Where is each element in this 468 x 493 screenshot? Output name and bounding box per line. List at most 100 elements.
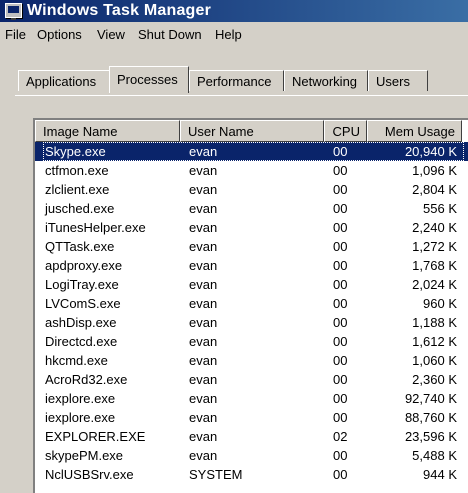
process-name: AcroRd32.exe: [45, 372, 128, 387]
menu-options[interactable]: Options: [37, 27, 82, 42]
window-title: Windows Task Manager: [27, 2, 212, 19]
process-mem: 23,596 K: [404, 429, 457, 444]
table-row[interactable]: iexplore.exe evan 00 88,760 K: [35, 408, 468, 427]
task-manager-icon: [5, 3, 22, 20]
process-cpu: 00: [333, 448, 348, 463]
process-user: evan: [189, 144, 218, 159]
process-name: LVComS.exe: [45, 296, 121, 311]
process-name: ctfmon.exe: [45, 163, 109, 178]
process-user: evan: [189, 220, 218, 235]
process-name: jusched.exe: [45, 201, 115, 216]
process-name: ashDisp.exe: [45, 315, 117, 330]
process-name: iTunesHelper.exe: [45, 220, 146, 235]
table-row[interactable]: ashDisp.exe evan 00 1,188 K: [35, 313, 468, 332]
process-user: evan: [189, 410, 218, 425]
table-row[interactable]: apdproxy.exe evan 00 1,768 K: [35, 256, 468, 275]
process-mem: 1,188 K: [412, 315, 457, 330]
column-image-name[interactable]: Image Name: [35, 120, 180, 142]
process-mem: 1,768 K: [412, 258, 457, 273]
tab-panel-border: [15, 95, 468, 96]
process-user: evan: [189, 277, 218, 292]
process-mem: 5,488 K: [412, 448, 457, 463]
table-row[interactable]: hkcmd.exe evan 00 1,060 K: [35, 351, 468, 370]
process-cpu: 00: [333, 163, 348, 178]
process-user: evan: [189, 163, 218, 178]
process-name: skypePM.exe: [45, 448, 124, 463]
table-row[interactable]: jusched.exe evan 00 556 K: [35, 199, 468, 218]
menu-shut-down[interactable]: Shut Down: [138, 27, 202, 42]
process-mem: 1,272 K: [412, 239, 457, 254]
table-row[interactable]: ctfmon.exe evan 00 1,096 K: [35, 161, 468, 180]
process-mem: 2,240 K: [412, 220, 457, 235]
table-row[interactable]: EXPLORER.EXE evan 02 23,596 K: [35, 427, 468, 446]
process-user: evan: [189, 391, 218, 406]
process-mem: 20,940 K: [404, 144, 457, 159]
tab-processes[interactable]: Processes: [109, 66, 189, 93]
process-mem: 92,740 K: [404, 391, 457, 406]
table-row[interactable]: Skype.exe evan 00 20,940 K: [35, 142, 468, 161]
process-cpu: 00: [333, 467, 348, 482]
process-mem: 960 K: [423, 296, 457, 311]
table-row[interactable]: AcroRd32.exe evan 00 2,360 K: [35, 370, 468, 389]
menu-file[interactable]: File: [5, 27, 26, 42]
table-row[interactable]: LVComS.exe evan 00 960 K: [35, 294, 468, 313]
process-name: Directcd.exe: [45, 334, 118, 349]
menu-view[interactable]: View: [97, 27, 125, 42]
process-user: evan: [189, 372, 218, 387]
process-mem: 88,760 K: [404, 410, 457, 425]
table-row[interactable]: iTunesHelper.exe evan 00 2,240 K: [35, 218, 468, 237]
process-name: zlclient.exe: [45, 182, 110, 197]
process-name: Skype.exe: [45, 144, 106, 159]
process-cpu: 00: [333, 182, 348, 197]
process-user: evan: [189, 334, 218, 349]
table-row[interactable]: Directcd.exe evan 00 1,612 K: [35, 332, 468, 351]
tab-applications[interactable]: Applications: [18, 70, 111, 91]
process-cpu: 00: [333, 220, 348, 235]
table-row[interactable]: NclUSBSrv.exe SYSTEM 00 944 K: [35, 465, 468, 484]
table-row[interactable]: zlclient.exe evan 00 2,804 K: [35, 180, 468, 199]
process-mem: 2,804 K: [412, 182, 457, 197]
process-cpu: 00: [333, 410, 348, 425]
process-cpu: 00: [333, 239, 348, 254]
process-mem: 556 K: [423, 201, 457, 216]
process-name: iexplore.exe: [45, 410, 116, 425]
menu-bar: File Options View Shut Down Help: [0, 23, 468, 45]
menu-help[interactable]: Help: [215, 27, 242, 42]
process-cpu: 00: [333, 353, 348, 368]
tab-strip: Applications Processes Performance Netwo…: [0, 66, 468, 96]
column-user-name[interactable]: User Name: [180, 120, 324, 142]
table-row[interactable]: LogiTray.exe evan 00 2,024 K: [35, 275, 468, 294]
process-user: evan: [189, 182, 218, 197]
process-user: evan: [189, 258, 218, 273]
process-mem: 1,060 K: [412, 353, 457, 368]
table-row[interactable]: iexplore.exe evan 00 92,740 K: [35, 389, 468, 408]
process-mem: 944 K: [423, 467, 457, 482]
process-name: apdproxy.exe: [45, 258, 123, 273]
table-row[interactable]: QTTask.exe evan 00 1,272 K: [35, 237, 468, 256]
process-name: QTTask.exe: [45, 239, 115, 254]
column-mem-usage[interactable]: Mem Usage: [367, 120, 462, 142]
column-cpu[interactable]: CPU: [324, 120, 367, 142]
title-bar[interactable]: Windows Task Manager: [0, 0, 468, 22]
table-row[interactable]: skypePM.exe evan 00 5,488 K: [35, 446, 468, 465]
process-user: SYSTEM: [189, 467, 243, 482]
process-name: iexplore.exe: [45, 391, 116, 406]
process-name: EXPLORER.EXE: [45, 429, 146, 444]
process-user: evan: [189, 239, 218, 254]
process-cpu: 00: [333, 277, 348, 292]
process-cpu: 00: [333, 391, 348, 406]
process-mem: 1,612 K: [412, 334, 457, 349]
process-user: evan: [189, 429, 218, 444]
process-cpu: 00: [333, 315, 348, 330]
process-user: evan: [189, 201, 218, 216]
process-user: evan: [189, 296, 218, 311]
process-user: evan: [189, 315, 218, 330]
tab-performance[interactable]: Performance: [189, 70, 284, 91]
process-mem: 1,096 K: [412, 163, 457, 178]
process-cpu: 02: [333, 429, 348, 444]
process-name: hkcmd.exe: [45, 353, 108, 368]
process-list[interactable]: Image Name User Name CPU Mem Usage Skype…: [33, 118, 468, 493]
tab-users[interactable]: Users: [368, 70, 428, 91]
process-cpu: 00: [333, 144, 348, 159]
tab-networking[interactable]: Networking: [284, 70, 368, 91]
